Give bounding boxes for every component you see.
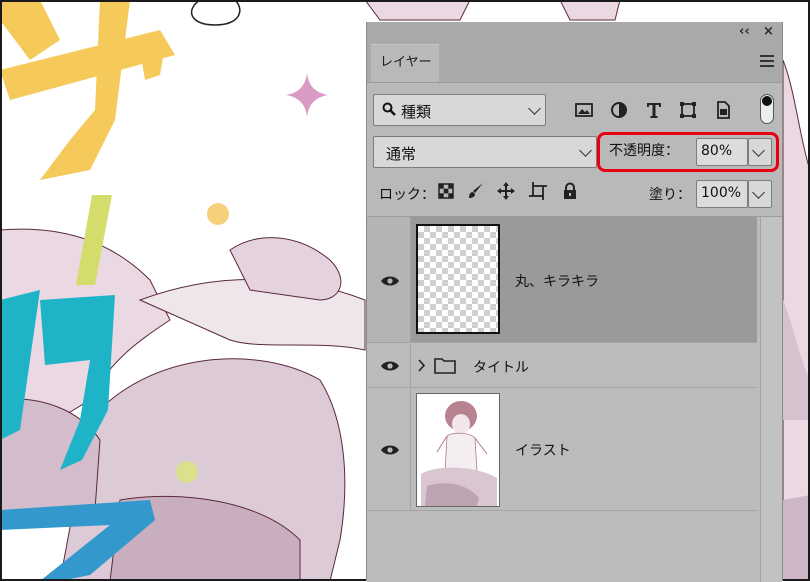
visibility-column: [367, 389, 411, 510]
opacity-input[interactable]: 80%: [696, 138, 748, 166]
layer-name: タイトル: [473, 360, 529, 376]
visibility-column: [367, 217, 411, 342]
shape-filter-icon[interactable]: [678, 100, 698, 120]
blend-mode-value: 通常: [386, 145, 417, 163]
layers-list: 丸、キラキラ タイトル イラスト: [367, 216, 782, 582]
lock-label: ロック：: [379, 187, 435, 203]
eye-icon[interactable]: [380, 360, 400, 372]
layer-name: 丸、キラキラ: [515, 274, 599, 290]
lock-artboard-icon[interactable]: [529, 182, 547, 200]
layer-thumbnail: [416, 224, 500, 334]
lock-position-icon[interactable]: [497, 182, 515, 200]
opacity-value: 80%: [701, 143, 733, 159]
type-filter-icon[interactable]: [644, 100, 664, 120]
smart-object-filter-icon[interactable]: [713, 100, 733, 120]
close-panel-button[interactable]: ×: [763, 24, 774, 40]
layer-row[interactable]: 丸、キラキラ: [367, 217, 757, 343]
fill-input[interactable]: 100%: [696, 180, 748, 208]
image-filter-icon[interactable]: [574, 100, 594, 120]
collapse-panel-button[interactable]: ‹‹: [739, 24, 750, 40]
eye-icon[interactable]: [380, 444, 400, 456]
lock-transparent-pixels-icon[interactable]: [437, 182, 455, 200]
illustration-thumbnail-image: [417, 394, 499, 506]
panel-title-bar: ‹‹ ×: [367, 22, 782, 42]
layer-filter-label: 種類: [401, 103, 432, 121]
layer-name: イラスト: [515, 443, 571, 459]
chevron-down-icon: [528, 102, 541, 115]
layers-scrollbar[interactable]: [760, 217, 782, 582]
fill-label: 塗り：: [649, 187, 691, 203]
fill-dropdown-button[interactable]: [748, 180, 772, 208]
opacity-dropdown-button[interactable]: [748, 138, 772, 166]
tab-layers[interactable]: レイヤー: [371, 44, 439, 82]
chevron-down-icon: [752, 186, 765, 199]
layer-group-row[interactable]: タイトル: [367, 344, 757, 388]
lock-all-icon[interactable]: [561, 182, 579, 200]
chevron-down-icon: [579, 144, 592, 157]
eye-icon[interactable]: [380, 275, 400, 287]
layer-thumbnail: [416, 393, 500, 507]
search-icon: [382, 102, 396, 116]
lock-image-pixels-icon[interactable]: [467, 182, 485, 200]
folder-icon: [434, 358, 456, 374]
fill-value: 100%: [701, 185, 742, 201]
panel-tab-bar: レイヤー: [367, 42, 782, 83]
adjustment-filter-icon[interactable]: [609, 100, 629, 120]
layer-filter-select[interactable]: 種類: [373, 94, 546, 126]
layer-row[interactable]: イラスト: [367, 389, 757, 511]
hamburger-menu-icon[interactable]: [760, 55, 774, 70]
chevron-down-icon: [752, 144, 765, 157]
blend-mode-select[interactable]: 通常: [373, 136, 597, 168]
visibility-column: [367, 344, 411, 387]
chevron-right-icon[interactable]: [417, 359, 426, 372]
layers-panel: ‹‹ × レイヤー 種類 通常 不透明度： 80% ロック： 塗り： 100% …: [366, 22, 783, 582]
opacity-label: 不透明度：: [609, 143, 679, 159]
filter-toggle-switch[interactable]: [760, 94, 774, 124]
